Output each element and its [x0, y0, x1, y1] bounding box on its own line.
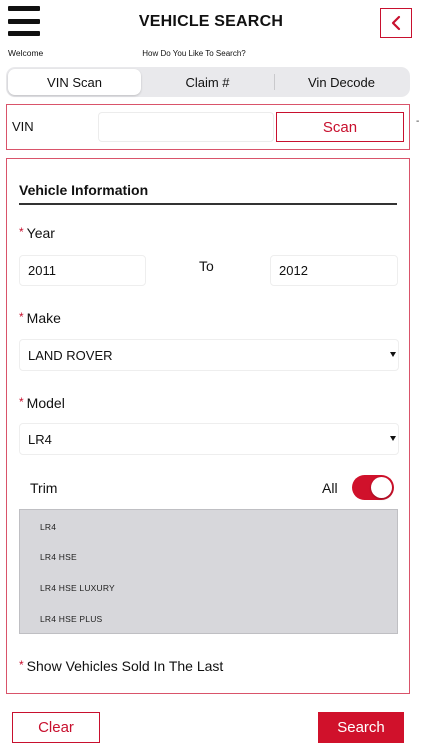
trim-label: Trim — [30, 480, 58, 496]
clear-button[interactable]: Clear — [12, 712, 100, 743]
scan-button[interactable]: Scan — [276, 112, 404, 142]
search-mode-tabs: VIN Scan Claim # Vin Decode — [6, 67, 410, 97]
page-title: VEHICLE SEARCH — [138, 13, 284, 30]
model-value: LR4 — [28, 431, 52, 447]
vin-label: VIN — [12, 119, 34, 134]
trim-all-label: All — [322, 480, 338, 496]
vehicle-information-title: Vehicle Information — [19, 182, 149, 198]
trim-all-toggle[interactable] — [352, 475, 394, 500]
year-to-label: To — [199, 258, 214, 274]
make-select[interactable]: LAND ROVER — [19, 339, 399, 371]
chevron-down-icon — [390, 352, 396, 357]
year-to-field[interactable]: 2012 — [270, 255, 398, 286]
tab-vin-scan[interactable]: VIN Scan — [8, 69, 141, 95]
search-button[interactable]: Search — [318, 712, 404, 743]
make-label: * Make — [19, 310, 61, 326]
chevron-left-icon — [391, 15, 401, 31]
section-divider — [19, 203, 397, 205]
trim-list-item[interactable]: LR4 — [40, 522, 56, 532]
toggle-knob — [371, 477, 392, 498]
back-button[interactable] — [380, 8, 412, 38]
tab-claim[interactable]: Claim # — [141, 69, 274, 95]
sold-in-last-label: * Show Vehicles Sold In The Last — [19, 658, 224, 674]
required-mark: * — [19, 310, 24, 324]
tab-vin-decode[interactable]: Vin Decode — [275, 69, 408, 95]
make-value: LAND ROVER — [28, 347, 113, 363]
vin-input[interactable] — [98, 112, 274, 142]
year-label: * Year — [19, 225, 55, 241]
model-select[interactable]: LR4 — [19, 423, 399, 455]
year-from-field[interactable]: 2011 — [19, 255, 146, 286]
side-mark: - — [416, 116, 420, 127]
trim-list-item[interactable]: LR4 HSE PLUS — [40, 614, 102, 624]
required-mark: * — [19, 225, 24, 239]
chevron-down-icon — [390, 436, 396, 441]
trim-list: LR4 LR4 HSE LR4 HSE LUXURY LR4 HSE PLUS — [19, 509, 398, 634]
model-label: * Model — [19, 395, 65, 411]
page-subtitle: How Do You Like To Search? — [142, 49, 246, 58]
required-mark: * — [19, 658, 24, 672]
required-mark: * — [19, 395, 24, 409]
trim-list-item[interactable]: LR4 HSE — [40, 552, 77, 562]
trim-list-item[interactable]: LR4 HSE LUXURY — [40, 583, 115, 593]
